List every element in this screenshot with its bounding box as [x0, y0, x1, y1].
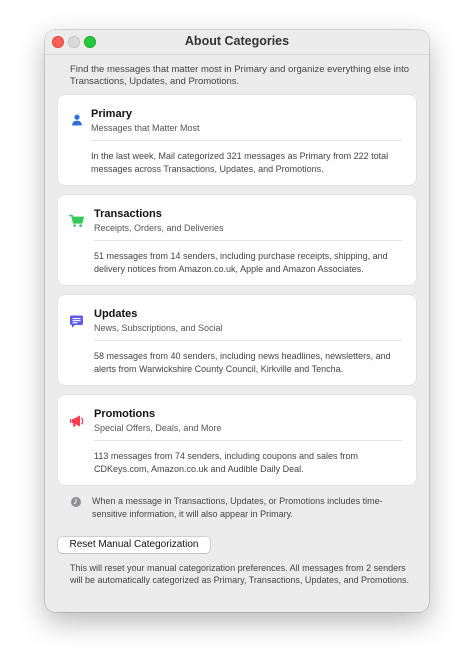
category-subtitle: Special Offers, Deals, and More — [94, 423, 222, 433]
about-categories-window: About Categories Find the messages that … — [45, 30, 429, 612]
person-icon — [72, 114, 82, 126]
card-divider — [94, 240, 402, 241]
category-card-promotions: Promotions Special Offers, Deals, and Mo… — [58, 395, 416, 485]
category-description: 113 messages from 74 senders, including … — [94, 451, 358, 474]
reset-manual-categorization-button[interactable]: Reset Manual Categorization — [58, 537, 210, 553]
category-card-updates: Updates News, Subscriptions, and Social … — [58, 295, 416, 385]
category-title: Promotions — [94, 408, 156, 420]
category-card-primary: Primary Messages that Matter Most In the… — [58, 95, 416, 185]
card-divider — [94, 340, 402, 341]
megaphone-icon — [70, 415, 84, 427]
category-subtitle: News, Subscriptions, and Social — [94, 323, 223, 333]
cart-icon — [69, 214, 84, 227]
time-sensitive-note: When a message in Transactions, Updates,… — [92, 496, 383, 519]
card-divider — [91, 140, 402, 141]
reset-description: This will reset your manual categorizati… — [70, 563, 409, 585]
clock-icon — [71, 497, 81, 507]
category-description: 51 messages from 14 senders, including p… — [94, 251, 388, 274]
category-title: Primary — [91, 108, 132, 120]
intro-text: Find the messages that matter most in Pr… — [70, 64, 409, 87]
category-title: Updates — [94, 308, 138, 320]
message-bubble-icon — [70, 315, 83, 328]
category-subtitle: Messages that Matter Most — [91, 123, 200, 133]
category-card-transactions: Transactions Receipts, Orders, and Deliv… — [58, 195, 416, 285]
title-bar: About Categories — [45, 30, 429, 55]
category-description: In the last week, Mail categorized 321 m… — [91, 151, 389, 174]
card-divider — [94, 440, 402, 441]
category-subtitle: Receipts, Orders, and Deliveries — [94, 223, 224, 233]
category-title: Transactions — [94, 208, 162, 220]
category-description: 58 messages from 40 senders, including n… — [94, 351, 391, 374]
window-title: About Categories — [184, 34, 290, 48]
